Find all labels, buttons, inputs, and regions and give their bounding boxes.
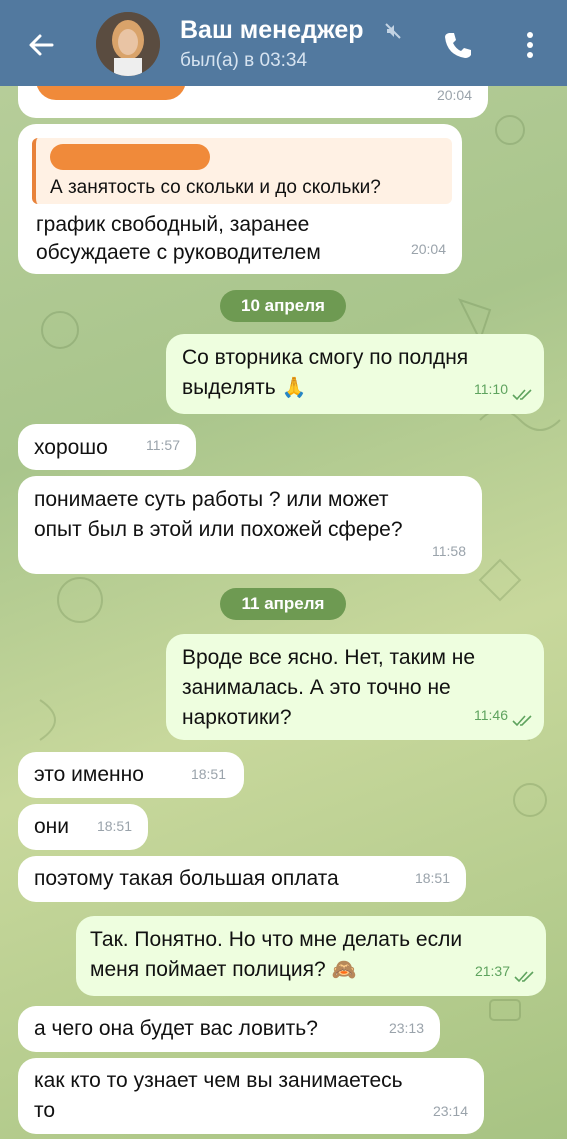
message-time: 18:51	[190, 766, 226, 782]
message-text: как кто то узнает чем вы занимаетесь	[34, 1069, 403, 1092]
message-time: 18:51	[96, 818, 132, 834]
contact-name[interactable]: Ваш менеджер	[180, 16, 364, 45]
message-time: 23:14	[432, 1103, 468, 1119]
back-arrow-icon[interactable]	[24, 28, 58, 62]
date-separator: 10 апреля	[220, 290, 346, 322]
message-text: Так. Понятно. Но что мне делать если	[90, 928, 463, 951]
message-text: хорошо	[34, 436, 108, 459]
mute-icon	[385, 23, 401, 39]
message-text: они	[34, 815, 70, 838]
message-text: Со вторника смогу по полдня	[182, 346, 469, 369]
quote-text: А занятость со скольки и до скольки?	[50, 177, 381, 198]
message-time: 11:58	[432, 543, 466, 559]
message-outgoing[interactable]: Так. Понятно. Но что мне делать если мен…	[76, 916, 546, 996]
message-time: 11:46	[474, 707, 508, 723]
chat-header: Ваш менеджер был(а) в 03:34	[0, 0, 567, 86]
message-incoming[interactable]: как кто то узнает чем вы занимаетесь то …	[18, 1058, 484, 1134]
more-vertical-icon[interactable]	[520, 28, 540, 62]
phone-icon[interactable]	[440, 28, 474, 62]
message-text: меня поймает полиция?	[90, 958, 326, 981]
message-text: обсуждаете с руководителем	[36, 241, 321, 264]
avatar[interactable]	[96, 12, 160, 76]
double-check-icon	[512, 389, 532, 401]
message-time: 11:57	[146, 437, 180, 453]
reply-quote[interactable]: А занятость со скольки и до скольки?	[32, 138, 452, 204]
message-time: 20:04	[410, 241, 446, 257]
message-incoming[interactable]: понимаете суть работы ? или может опыт б…	[18, 476, 482, 574]
message-text: понимаете суть работы ? или может	[34, 488, 389, 511]
message-text: график свободный, заранее	[36, 213, 310, 236]
avatar-image	[96, 12, 160, 76]
message-incoming[interactable]: а чего она будет вас ловить? 23:13	[18, 1006, 440, 1052]
message-text: поэтому такая большая оплата	[34, 867, 339, 890]
message-line: выделять 🙏	[182, 373, 306, 403]
message-text: опыт был в этой или похожей сфере?	[34, 518, 403, 541]
message-time: 21:37	[474, 963, 510, 979]
see-no-evil-monkey-emoji: 🙈	[331, 959, 357, 982]
double-check-icon	[514, 971, 534, 983]
message-incoming[interactable]: поэтому такая большая оплата 18:51	[18, 856, 466, 902]
message-line: меня поймает полиция? 🙈	[90, 955, 356, 985]
message-text: то	[34, 1099, 56, 1122]
message-text: это именно	[34, 763, 144, 786]
message-text: выделять	[182, 376, 276, 399]
double-check-icon	[512, 715, 532, 727]
message-time: 23:13	[388, 1020, 424, 1036]
message-text: Вроде все ясно. Нет, таким не	[182, 646, 476, 669]
message-outgoing[interactable]: Со вторника смогу по полдня выделять 🙏 1…	[166, 334, 544, 414]
message-time: 11:10	[474, 381, 508, 397]
message-text: а чего она будет вас ловить?	[34, 1017, 318, 1040]
last-seen-status: был(а) в 03:34	[180, 50, 308, 71]
message-incoming[interactable]: это именно 18:51	[18, 752, 244, 798]
message-time: 18:51	[414, 870, 450, 886]
message-incoming[interactable]: они 18:51	[18, 804, 148, 850]
message-outgoing[interactable]: Вроде все ясно. Нет, таким не занималась…	[166, 634, 544, 740]
redacted-quote-author	[50, 144, 210, 170]
message-incoming-reply[interactable]: А занятость со скольки и до скольки? гра…	[18, 124, 462, 274]
message-text: занималась. А это точно не	[182, 676, 451, 699]
date-separator: 11 апреля	[220, 588, 346, 620]
message-text: наркотики?	[182, 706, 292, 729]
folded-hands-emoji: 🙏	[281, 377, 307, 400]
message-incoming[interactable]: хорошо 11:57	[18, 424, 196, 470]
